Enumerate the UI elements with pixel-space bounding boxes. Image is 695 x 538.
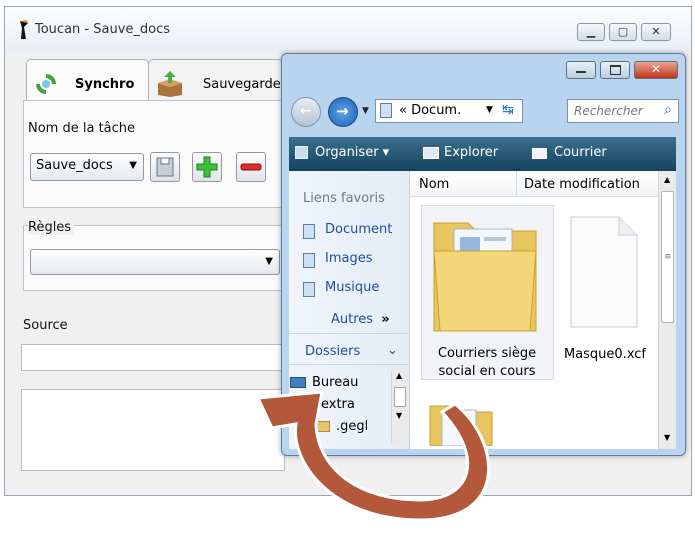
- drag-arrow-icon: [255, 390, 491, 522]
